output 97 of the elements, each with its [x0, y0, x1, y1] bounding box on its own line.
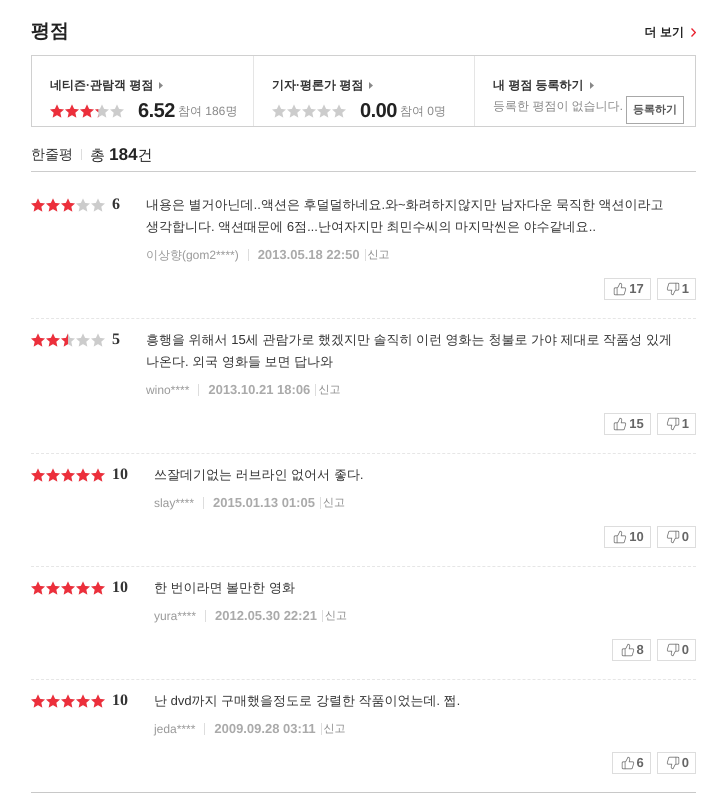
review-date: 2013.10.21 18:06 — [208, 381, 310, 400]
review-score: 10 — [112, 691, 128, 711]
no-rating-message: 등록한 평점이 없습니다. — [493, 98, 624, 115]
thumbs-up-icon — [613, 530, 628, 544]
star-icon — [31, 198, 45, 212]
review-score: 10 — [112, 578, 128, 598]
report-link[interactable]: 신고 — [318, 382, 340, 398]
thumbs-up-icon — [620, 756, 635, 770]
report-link[interactable]: 신고 — [324, 608, 347, 624]
section-title: 평점 — [31, 20, 69, 44]
rating-link[interactable]: 기자·평론가 평점 — [272, 76, 374, 94]
star-icon — [110, 104, 124, 118]
like-button[interactable]: 6 — [612, 752, 651, 774]
review-date: 2009.09.28 03:11 — [214, 720, 316, 738]
star-icon — [46, 198, 60, 212]
review-text: 흥행을 위해서 15세 관람가로 했겠지만 솔직히 이런 영화는 청불로 가야 제대로 작품성 있게 나온다. 외국 영화들 보면 답나와 — [146, 331, 673, 371]
review-score: 6 — [112, 195, 120, 215]
rating-link[interactable]: 내 평점 등록하기 — [493, 76, 594, 94]
review-text: 내용은 별거아닌데..액션은 후덜덜하네요.와~화려하지않지만 남자다운 묵직한 액션이라고 생각합니다. 액션때문에 6점...난여자지만 최민수씨의 마지막씬은 야수같네요.. — [146, 196, 664, 236]
star-icon — [317, 104, 331, 118]
star-icon — [80, 104, 94, 118]
star-icon — [287, 104, 301, 118]
star-icon — [302, 104, 316, 118]
report-link[interactable]: 신고 — [324, 720, 346, 738]
thumbs-down-icon — [666, 417, 680, 431]
thumbs-down-icon — [666, 756, 680, 770]
chevron-right-icon — [691, 28, 696, 36]
review-author: yura**** — [154, 608, 196, 625]
reviews-title: 한줄평 — [31, 145, 73, 164]
star-icon — [76, 581, 90, 595]
star-icon — [76, 198, 90, 212]
like-button[interactable]: 17 — [604, 278, 651, 300]
review-count: 총 184건 — [90, 144, 153, 166]
star-icon — [332, 104, 346, 118]
report-link[interactable]: 신고 — [322, 494, 345, 512]
star-icon — [91, 333, 105, 347]
star-icon — [31, 581, 45, 595]
review-author: wino**** — [146, 382, 190, 399]
thumbs-up-icon — [613, 417, 628, 431]
dislike-button[interactable]: 0 — [656, 639, 696, 661]
like-button[interactable]: 10 — [604, 526, 651, 548]
star-icon — [46, 694, 60, 708]
dislike-button[interactable]: 1 — [656, 413, 696, 435]
caret-right-icon — [369, 82, 374, 88]
star-icon — [46, 333, 60, 347]
star-icon — [91, 198, 105, 212]
review-date: 2015.01.13 01:05 — [213, 494, 315, 512]
star-icon — [61, 581, 75, 595]
star-icon — [50, 104, 64, 118]
thumbs-up-icon — [613, 282, 628, 296]
star-icon — [31, 333, 45, 347]
star-icon — [65, 104, 79, 118]
review-author: slay**** — [154, 495, 194, 512]
star-icon — [31, 694, 45, 708]
thumbs-down-icon — [666, 643, 680, 657]
participant-count: 참여 186명 — [178, 103, 238, 120]
register-rating-button[interactable]: 등록하기 — [626, 96, 684, 124]
review-score: 10 — [112, 465, 128, 485]
more-link[interactable]: 더 보기 — [644, 23, 696, 41]
review-score: 5 — [112, 330, 120, 350]
rating-score: 6.52 — [138, 100, 175, 122]
star-icon — [91, 581, 105, 595]
star-icon — [76, 468, 90, 482]
participant-count: 참여 0명 — [400, 103, 446, 120]
star-icon — [46, 468, 60, 482]
star-icon — [61, 198, 75, 212]
star-icon — [46, 581, 60, 595]
star-icon — [31, 468, 45, 482]
star-icon — [272, 104, 286, 118]
review-author: 이상향(gom2****) — [146, 247, 239, 264]
dislike-button[interactable]: 1 — [656, 278, 696, 300]
star-icon — [61, 694, 75, 708]
review-text: 한 번이라면 볼만한 영화 — [154, 579, 296, 597]
dislike-button[interactable]: 0 — [656, 526, 696, 548]
star-icon — [61, 468, 75, 482]
like-button[interactable]: 8 — [612, 639, 651, 661]
star-icon — [91, 694, 105, 708]
star-icon — [61, 333, 75, 347]
review-date: 2012.05.30 22:21 — [215, 607, 317, 626]
report-link[interactable]: 신고 — [368, 246, 390, 264]
review-date: 2013.05.18 22:50 — [258, 246, 360, 264]
rating-score: 0.00 — [360, 100, 397, 122]
star-icon — [91, 468, 105, 482]
star-icon — [76, 333, 90, 347]
review-text: 쓰잘데기없는 러브라인 없어서 좋다. — [154, 466, 364, 484]
thumbs-down-icon — [666, 282, 680, 296]
like-button[interactable]: 15 — [604, 413, 651, 435]
thumbs-up-icon — [620, 643, 635, 657]
dislike-button[interactable]: 0 — [656, 752, 696, 774]
thumbs-down-icon — [666, 530, 680, 544]
star-icon — [95, 104, 109, 118]
star-icon — [76, 694, 90, 708]
review-text: 난 dvd까지 구매했을정도로 강렬한 작품이었는데. 쩝. — [154, 692, 462, 710]
caret-right-icon — [590, 82, 594, 88]
caret-right-icon — [159, 82, 164, 88]
review-author: jeda**** — [154, 721, 196, 738]
rating-link[interactable]: 네티즌·관람객 평점 — [50, 76, 164, 94]
